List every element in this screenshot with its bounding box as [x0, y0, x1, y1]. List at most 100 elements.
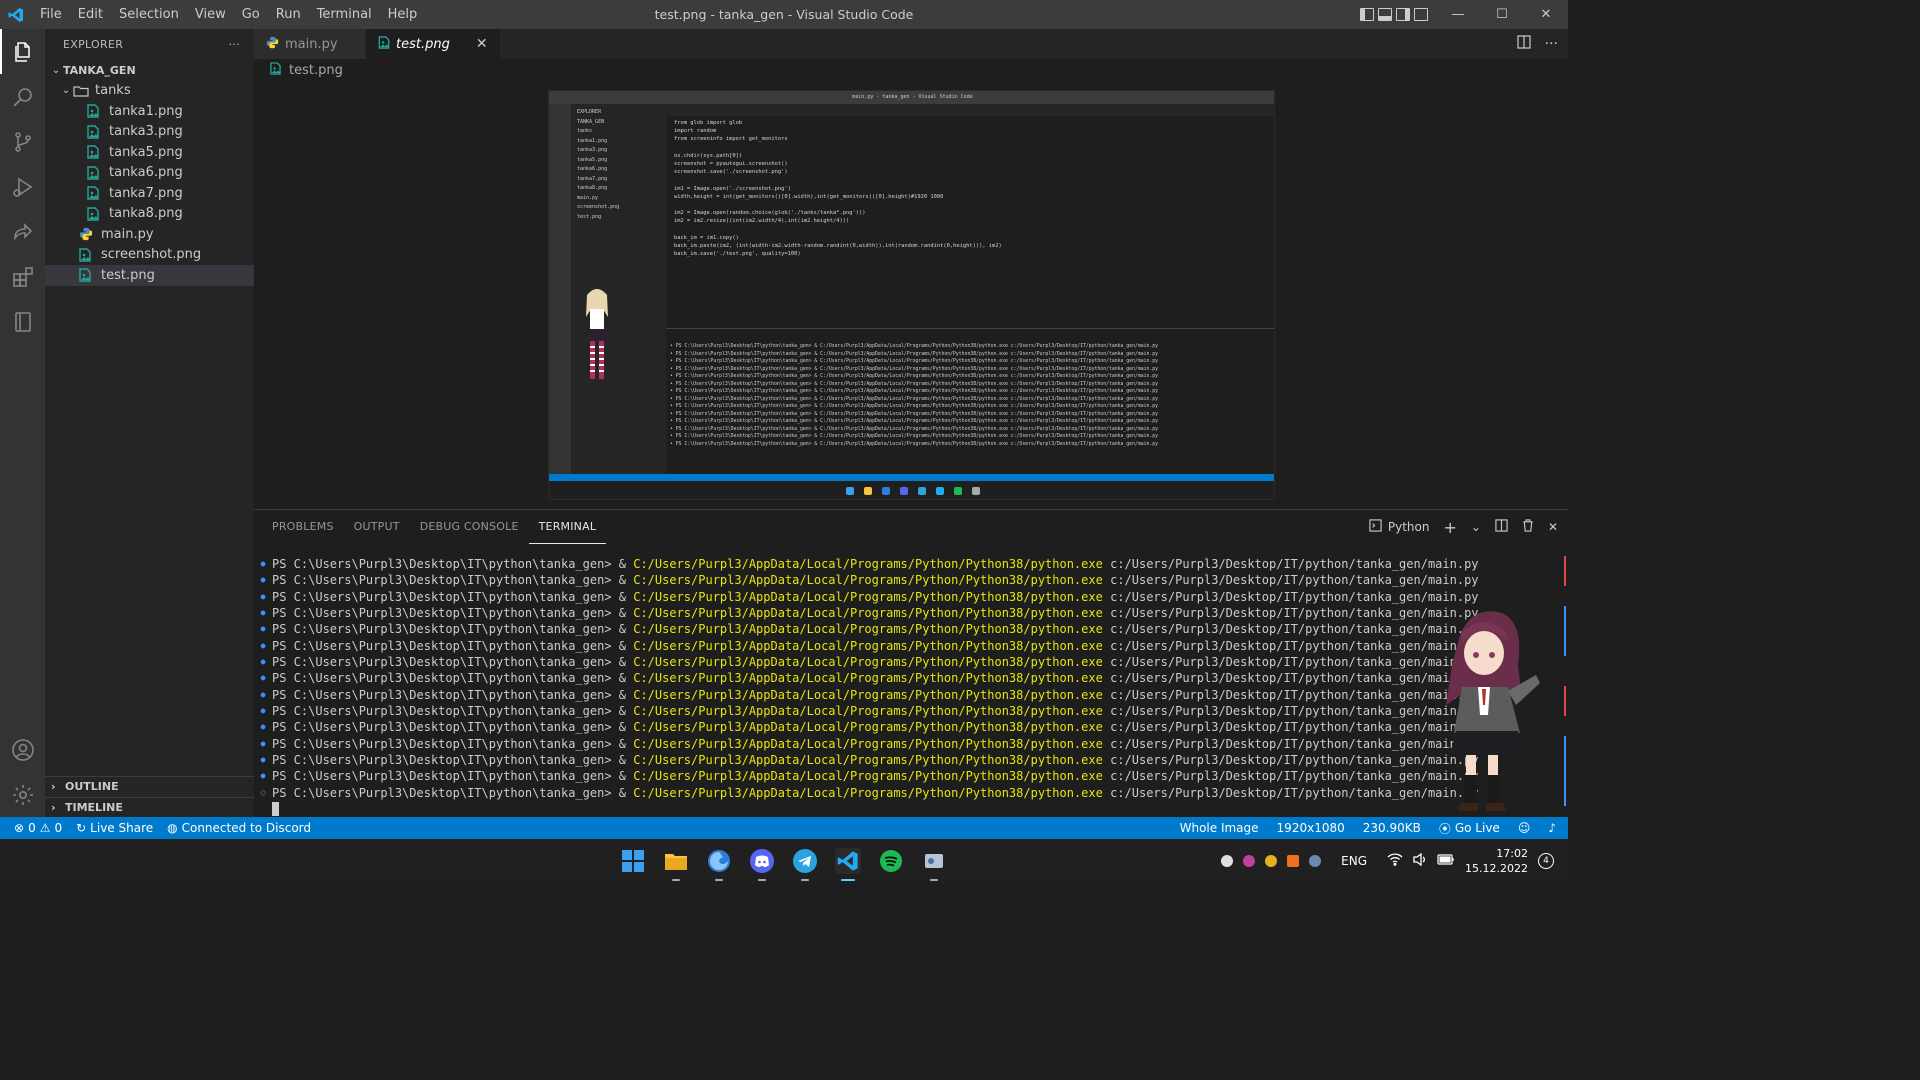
discord-icon[interactable] [749, 848, 775, 881]
command-success-icon[interactable]: ● [254, 719, 272, 735]
menu-run[interactable]: Run [268, 0, 309, 29]
telegram-icon[interactable] [792, 848, 818, 881]
live-share-status[interactable]: ↻ Live Share [76, 821, 153, 835]
menu-help[interactable]: Help [380, 0, 426, 29]
file-item[interactable]: main.py [45, 224, 254, 245]
search-icon[interactable] [0, 74, 45, 119]
close-window-button[interactable]: ✕ [1524, 0, 1568, 29]
breadcrumb-file[interactable]: test.png [289, 63, 343, 78]
file-item[interactable]: test.png [45, 265, 254, 286]
tray-network-app-icon[interactable] [1309, 854, 1322, 867]
terminal-scrollbar[interactable] [1562, 556, 1568, 806]
notebook-icon[interactable] [0, 299, 45, 344]
discord-status[interactable]: ◍ Connected to Discord [167, 821, 311, 835]
file-item[interactable]: tanka6.png [45, 163, 254, 184]
source-control-icon[interactable] [0, 119, 45, 164]
tab-test-png[interactable]: test.png ✕ [366, 29, 501, 59]
run-debug-icon[interactable] [0, 164, 45, 209]
file-item[interactable]: tanka1.png [45, 101, 254, 122]
menu-view[interactable]: View [187, 0, 234, 29]
menu-terminal[interactable]: Terminal [309, 0, 380, 29]
menu-selection[interactable]: Selection [111, 0, 187, 29]
more-actions-icon[interactable]: ··· [1545, 36, 1558, 52]
file-item[interactable]: screenshot.png [45, 245, 254, 266]
accounts-icon[interactable] [0, 727, 45, 772]
tab-output[interactable]: OUTPUT [344, 510, 410, 544]
menu-edit[interactable]: Edit [70, 0, 111, 29]
tray-app-icon[interactable] [1243, 854, 1256, 867]
command-success-icon[interactable]: ● [254, 589, 272, 605]
preview-code-line [674, 226, 1274, 234]
command-pending-icon[interactable]: ○ [254, 785, 272, 801]
menu-go[interactable]: Go [234, 0, 268, 29]
folder-tanks[interactable]: ⌄ tanks [45, 81, 254, 102]
notification-badge[interactable]: 4 [1538, 852, 1554, 869]
command-success-icon[interactable]: ● [254, 736, 272, 752]
spotify-icon[interactable] [878, 848, 904, 874]
file-item[interactable]: tanka8.png [45, 204, 254, 225]
command-success-icon[interactable]: ● [254, 556, 272, 572]
menu-file[interactable]: File [32, 0, 70, 29]
maximize-button[interactable]: ☐ [1480, 0, 1524, 29]
terminal-output[interactable]: ● PS C:\Users\Purpl3\Desktop\IT\python\ta… [254, 556, 1568, 816]
language-indicator[interactable]: ENG [1341, 854, 1367, 868]
command-success-icon[interactable]: ● [254, 768, 272, 784]
terminal-prompt: PS C:\Users\Purpl3\Desktop\IT\python\tan… [272, 606, 634, 621]
workspace-root[interactable]: ⌄ TANKA_GEN [45, 60, 254, 81]
command-success-icon[interactable]: ● [254, 752, 272, 768]
toggle-secondary-sidebar-icon[interactable] [1396, 8, 1410, 21]
file-item[interactable]: tanka5.png [45, 142, 254, 163]
command-success-icon[interactable]: ● [254, 572, 272, 588]
split-editor-icon[interactable] [1517, 35, 1531, 53]
windows-start-icon[interactable] [620, 848, 646, 874]
file-item[interactable]: tanka3.png [45, 122, 254, 143]
timeline-section[interactable]: › TIMELINE [45, 797, 254, 817]
live-share-icon[interactable] [0, 209, 45, 254]
command-success-icon[interactable]: ● [254, 605, 272, 621]
outline-section[interactable]: › OUTLINE [45, 776, 254, 796]
tab-main-py[interactable]: main.py [254, 29, 366, 59]
customize-layout-icon[interactable] [1414, 8, 1428, 21]
command-success-icon[interactable]: ● [254, 687, 272, 703]
notifications-bell-icon[interactable]: ♪ [1548, 821, 1556, 835]
split-terminal-icon[interactable] [1495, 519, 1508, 535]
tray-media-icon[interactable] [1287, 854, 1300, 867]
command-success-icon[interactable]: ● [254, 654, 272, 670]
new-terminal-icon[interactable]: + [1443, 518, 1456, 537]
terminal-shell-selector[interactable]: Python [1369, 519, 1429, 535]
tab-terminal[interactable]: TERMINAL [528, 510, 607, 544]
trash-icon[interactable] [1522, 519, 1534, 535]
command-success-icon[interactable]: ● [254, 638, 272, 654]
battery-icon[interactable] [1437, 853, 1455, 868]
tab-debug-console[interactable]: DEBUG CONSOLE [410, 510, 529, 544]
command-success-icon[interactable]: ● [254, 621, 272, 637]
go-live-button[interactable]: ⦿ Go Live [1439, 820, 1500, 837]
manage-gear-icon[interactable] [0, 772, 45, 817]
volume-icon[interactable] [1413, 852, 1427, 869]
command-success-icon[interactable]: ● [254, 670, 272, 686]
explorer-more-actions[interactable]: ··· [229, 38, 240, 51]
chevron-down-icon[interactable]: ⌄ [1471, 520, 1481, 534]
toggle-panel-icon[interactable] [1378, 8, 1392, 21]
problems-indicator[interactable]: ⊗ 0 ⚠ 0 [14, 821, 62, 835]
clock[interactable]: 17:02 15.12.2022 [1465, 846, 1528, 876]
file-item[interactable]: tanka7.png [45, 183, 254, 204]
discord-tray-icon[interactable] [1221, 854, 1234, 867]
tab-problems[interactable]: PROBLEMS [262, 510, 344, 544]
firefox-icon[interactable] [706, 848, 732, 881]
wifi-icon[interactable] [1387, 852, 1403, 869]
toggle-sidebar-icon[interactable] [1360, 8, 1374, 21]
extensions-icon[interactable] [0, 254, 45, 299]
tray-warning-icon[interactable] [1265, 854, 1278, 867]
command-success-icon[interactable]: ● [254, 703, 272, 719]
terminal-prompt: PS C:\Users\Purpl3\Desktop\IT\python\tan… [272, 736, 634, 751]
feedback-icon[interactable]: ☺ [1518, 821, 1531, 835]
close-tab-icon[interactable]: ✕ [476, 36, 488, 52]
close-panel-icon[interactable]: ✕ [1548, 520, 1558, 534]
image-zoom-mode[interactable]: Whole Image [1180, 821, 1259, 835]
snipping-tool-icon[interactable] [921, 848, 947, 881]
minimize-button[interactable]: — [1436, 0, 1480, 29]
file-explorer-icon[interactable] [663, 848, 689, 881]
vscode-taskbar-icon[interactable] [835, 847, 861, 881]
explorer-icon[interactable] [0, 29, 45, 74]
